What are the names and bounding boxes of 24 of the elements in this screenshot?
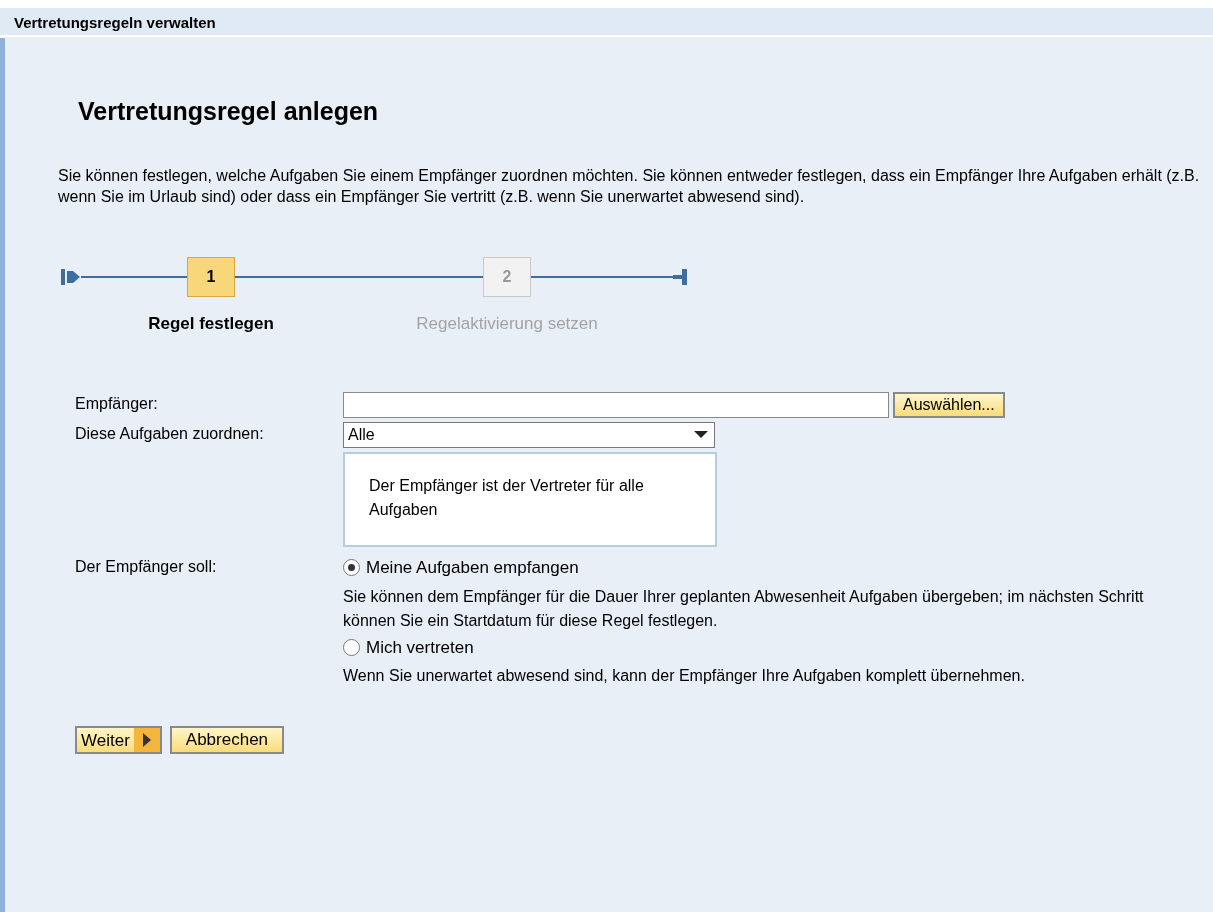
- step-label: Regel festlegen: [148, 312, 274, 335]
- field-label: Empfänger:: [75, 394, 159, 414]
- cancel-button[interactable]: Abbrechen: [169, 726, 285, 754]
- option-description: Wenn Sie unerwartet abwesend sind, kann der Empfänger Ihre Aufgaben komplett übernehmen.: [343, 666, 1026, 686]
- page-title: Vertretungsregel anlegen: [78, 96, 380, 127]
- tasks-dropdown[interactable]: Alle: [343, 422, 715, 448]
- window-title: Vertretungsregeln verwalten: [0, 8, 1213, 37]
- arrow-icon: [142, 733, 151, 747]
- dropdown-caret-icon: [694, 431, 708, 439]
- option-description: Sie können dem Empfänger für die Dauer Ihrer geplanten Abwesenheit Aufgaben übergeben; im nächsten Schritt können Sie ein Startdatum für diese Regel festlegen.: [343, 586, 1145, 631]
- step-label: Regelaktivierung setzen: [416, 312, 598, 335]
- radio-button[interactable]: [343, 638, 360, 656]
- radio-label[interactable]: Meine Aufgaben empfangen: [366, 555, 579, 581]
- select-button[interactable]: Auswählen...: [893, 392, 1005, 418]
- radio-label[interactable]: Mich vertreten: [366, 634, 474, 660]
- description-panel: Der Empfänger ist der Vertreter für alle Aufgaben: [343, 452, 717, 547]
- step-number[interactable]: 1: [187, 256, 235, 297]
- field-label: Der Empfänger soll:: [75, 557, 218, 577]
- recipient-field[interactable]: [343, 392, 889, 418]
- radio-button[interactable]: [343, 559, 360, 577]
- next-button[interactable]: Weiter: [75, 726, 162, 754]
- start-icon: [61, 266, 81, 287]
- intro-text: Sie können festlegen, welche Aufgaben Sie einem Empfänger zuordnen möchten. Sie können entweder festlegen, dass ein Empfänger Ihre Aufgaben erhält (z.B. wenn Sie im Urlaub sind) oder dass ein Empfänger Sie vertritt (z.B. wenn Sie unerwartet abwesend sind).: [58, 165, 1201, 207]
- field-label: Diese Aufgaben zuordnen:: [75, 424, 265, 444]
